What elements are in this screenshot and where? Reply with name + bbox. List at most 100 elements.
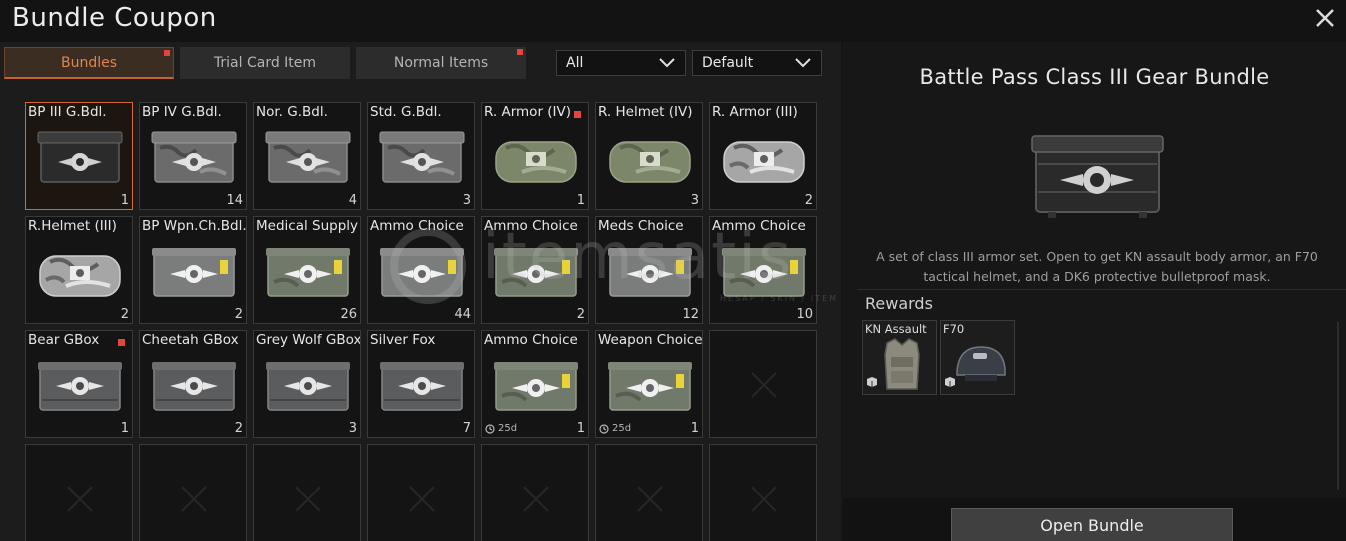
- item-slot-bp-iv-g-bdl[interactable]: BP IV G.Bdl. 14: [139, 102, 247, 210]
- item-slot-cheetah-gbox[interactable]: Cheetah GBox 2: [139, 330, 247, 438]
- item-count: 3: [462, 193, 471, 208]
- item-name: Meds Choice: [598, 218, 684, 234]
- close-button[interactable]: [1311, 4, 1341, 34]
- alert-dot: [118, 339, 125, 346]
- gray-box-icon: [36, 356, 124, 416]
- empty-slot-icon: [751, 372, 777, 398]
- item-slot-bp-iii-g-bdl[interactable]: BP III G.Bdl. 1: [25, 102, 133, 210]
- white-duffel-icon: [36, 242, 124, 302]
- tab-bundles[interactable]: Bundles: [4, 47, 174, 79]
- empty-slot-icon: [523, 486, 549, 512]
- empty-slot-icon: [637, 486, 663, 512]
- item-name: Ammo Choice: [712, 218, 806, 234]
- item-slot-bear-gbox[interactable]: Bear GBox 1: [25, 330, 133, 438]
- category-dropdown[interactable]: All: [556, 50, 686, 76]
- green-case-icon: [720, 242, 808, 302]
- item-count: 1: [576, 421, 585, 436]
- open-bundle-button[interactable]: Open Bundle: [951, 508, 1233, 541]
- reward-kn-assault[interactable]: KN Assault: [862, 320, 937, 395]
- empty-slot: [253, 444, 361, 541]
- tab-label: Trial Card Item: [213, 55, 317, 71]
- gray-box-icon: [150, 356, 238, 416]
- item-count: 1: [120, 421, 129, 436]
- item-slot-ammo-choice[interactable]: Ammo Choice 10: [709, 216, 817, 324]
- gray-box-icon: [264, 356, 352, 416]
- inventory-panel: Bundles Trial Card Item Normal Items All…: [0, 42, 841, 541]
- item-name: Medical Supply: [256, 218, 359, 234]
- item-count: 12: [682, 307, 699, 322]
- item-count: 44: [454, 307, 471, 322]
- expiry-timer: 25d: [599, 423, 631, 434]
- expiry-timer: 25d: [485, 423, 517, 434]
- item-slot-ammo-choice[interactable]: Ammo Choice 2: [481, 216, 589, 324]
- tab-label: Normal Items: [393, 55, 489, 71]
- empty-slot-icon: [181, 486, 207, 512]
- item-name: BP IV G.Bdl.: [142, 104, 222, 120]
- expiry-timer-text: 25d: [612, 423, 632, 434]
- item-name: R. Armor (III): [712, 104, 798, 120]
- title-bar: Bundle Coupon: [0, 0, 1346, 42]
- sort-dropdown[interactable]: Default: [692, 50, 822, 76]
- white-duffel-icon: [720, 128, 808, 188]
- item-name: Silver Fox: [370, 332, 436, 348]
- green-duffel-icon: [606, 128, 694, 188]
- item-name: Grey Wolf GBox: [256, 332, 361, 348]
- empty-slot: [709, 330, 817, 438]
- alert-dot: [574, 111, 581, 118]
- item-slot-medical-supply[interactable]: Medical Supply 26: [253, 216, 361, 324]
- item-slot-r-helmet-iii[interactable]: R.Helmet (III) 2: [25, 216, 133, 324]
- dropdown-value: All: [566, 55, 584, 71]
- item-name: R. Armor (IV): [484, 104, 572, 120]
- empty-slot-icon: [751, 486, 777, 512]
- package-icon: [945, 377, 955, 387]
- item-slot-std-g-bdl[interactable]: Std. G.Bdl. 3: [367, 102, 475, 210]
- gray-case-icon: [606, 242, 694, 302]
- camo-crate-icon: [264, 128, 352, 188]
- alert-dot: [517, 49, 523, 55]
- item-name: Nor. G.Bdl.: [256, 104, 328, 120]
- item-slot-meds-choice[interactable]: Meds Choice 12: [595, 216, 703, 324]
- divider: [857, 289, 1346, 290]
- item-name: BP III G.Bdl.: [28, 104, 107, 120]
- camo-crate-icon: [150, 128, 238, 188]
- detail-description: A set of class III armor set. Open to ge…: [876, 249, 1318, 284]
- reward-f70[interactable]: F70: [940, 320, 1015, 395]
- item-slot-ammo-choice[interactable]: Ammo Choice 1 25d: [481, 330, 589, 438]
- item-slot-nor-g-bdl[interactable]: Nor. G.Bdl. 4: [253, 102, 361, 210]
- reward-name: F70: [943, 322, 965, 336]
- item-slot-r-armor-iii[interactable]: R. Armor (III) 2: [709, 102, 817, 210]
- tab-trial-card-item[interactable]: Trial Card Item: [180, 47, 350, 79]
- item-count: 3: [348, 421, 357, 436]
- item-name: Ammo Choice: [484, 332, 578, 348]
- gray-case-icon: [378, 242, 466, 302]
- green-case-icon: [606, 356, 694, 416]
- item-slot-ammo-choice[interactable]: Ammo Choice 44: [367, 216, 475, 324]
- item-name: Cheetah GBox: [142, 332, 239, 348]
- close-icon: [1316, 9, 1334, 27]
- item-slot-grey-wolf-gbox[interactable]: Grey Wolf GBox 3: [253, 330, 361, 438]
- empty-slot-icon: [67, 486, 93, 512]
- item-name: Weapon Choice: [598, 332, 703, 348]
- item-count: 1: [576, 193, 585, 208]
- dropdown-value: Default: [702, 55, 754, 71]
- item-count: 1: [120, 193, 129, 208]
- item-slot-weapon-choice[interactable]: Weapon Choice 1 25d: [595, 330, 703, 438]
- rewards-scrollbar[interactable]: [1337, 322, 1339, 490]
- item-count: 2: [576, 307, 585, 322]
- reward-name: KN Assault: [865, 322, 927, 336]
- item-count: 2: [804, 193, 813, 208]
- item-slot-r-helmet-iv[interactable]: R. Helmet (IV) 3: [595, 102, 703, 210]
- tab-label: Bundles: [60, 54, 118, 71]
- tab-normal-items[interactable]: Normal Items: [356, 47, 526, 79]
- gray-case-icon: [150, 242, 238, 302]
- expiry-timer-text: 25d: [498, 423, 518, 434]
- empty-slot-icon: [409, 486, 435, 512]
- item-slot-bp-wpn-ch-bdl[interactable]: BP Wpn.Ch.Bdl. 2: [139, 216, 247, 324]
- chevron-down-icon: [795, 58, 811, 68]
- clock-icon: [599, 423, 609, 434]
- alert-dot: [164, 50, 170, 56]
- item-slot-silver-fox[interactable]: Silver Fox 7: [367, 330, 475, 438]
- empty-slot: [139, 444, 247, 541]
- item-slot-r-armor-iv[interactable]: R. Armor (IV) 1: [481, 102, 589, 210]
- item-count: 3: [690, 193, 699, 208]
